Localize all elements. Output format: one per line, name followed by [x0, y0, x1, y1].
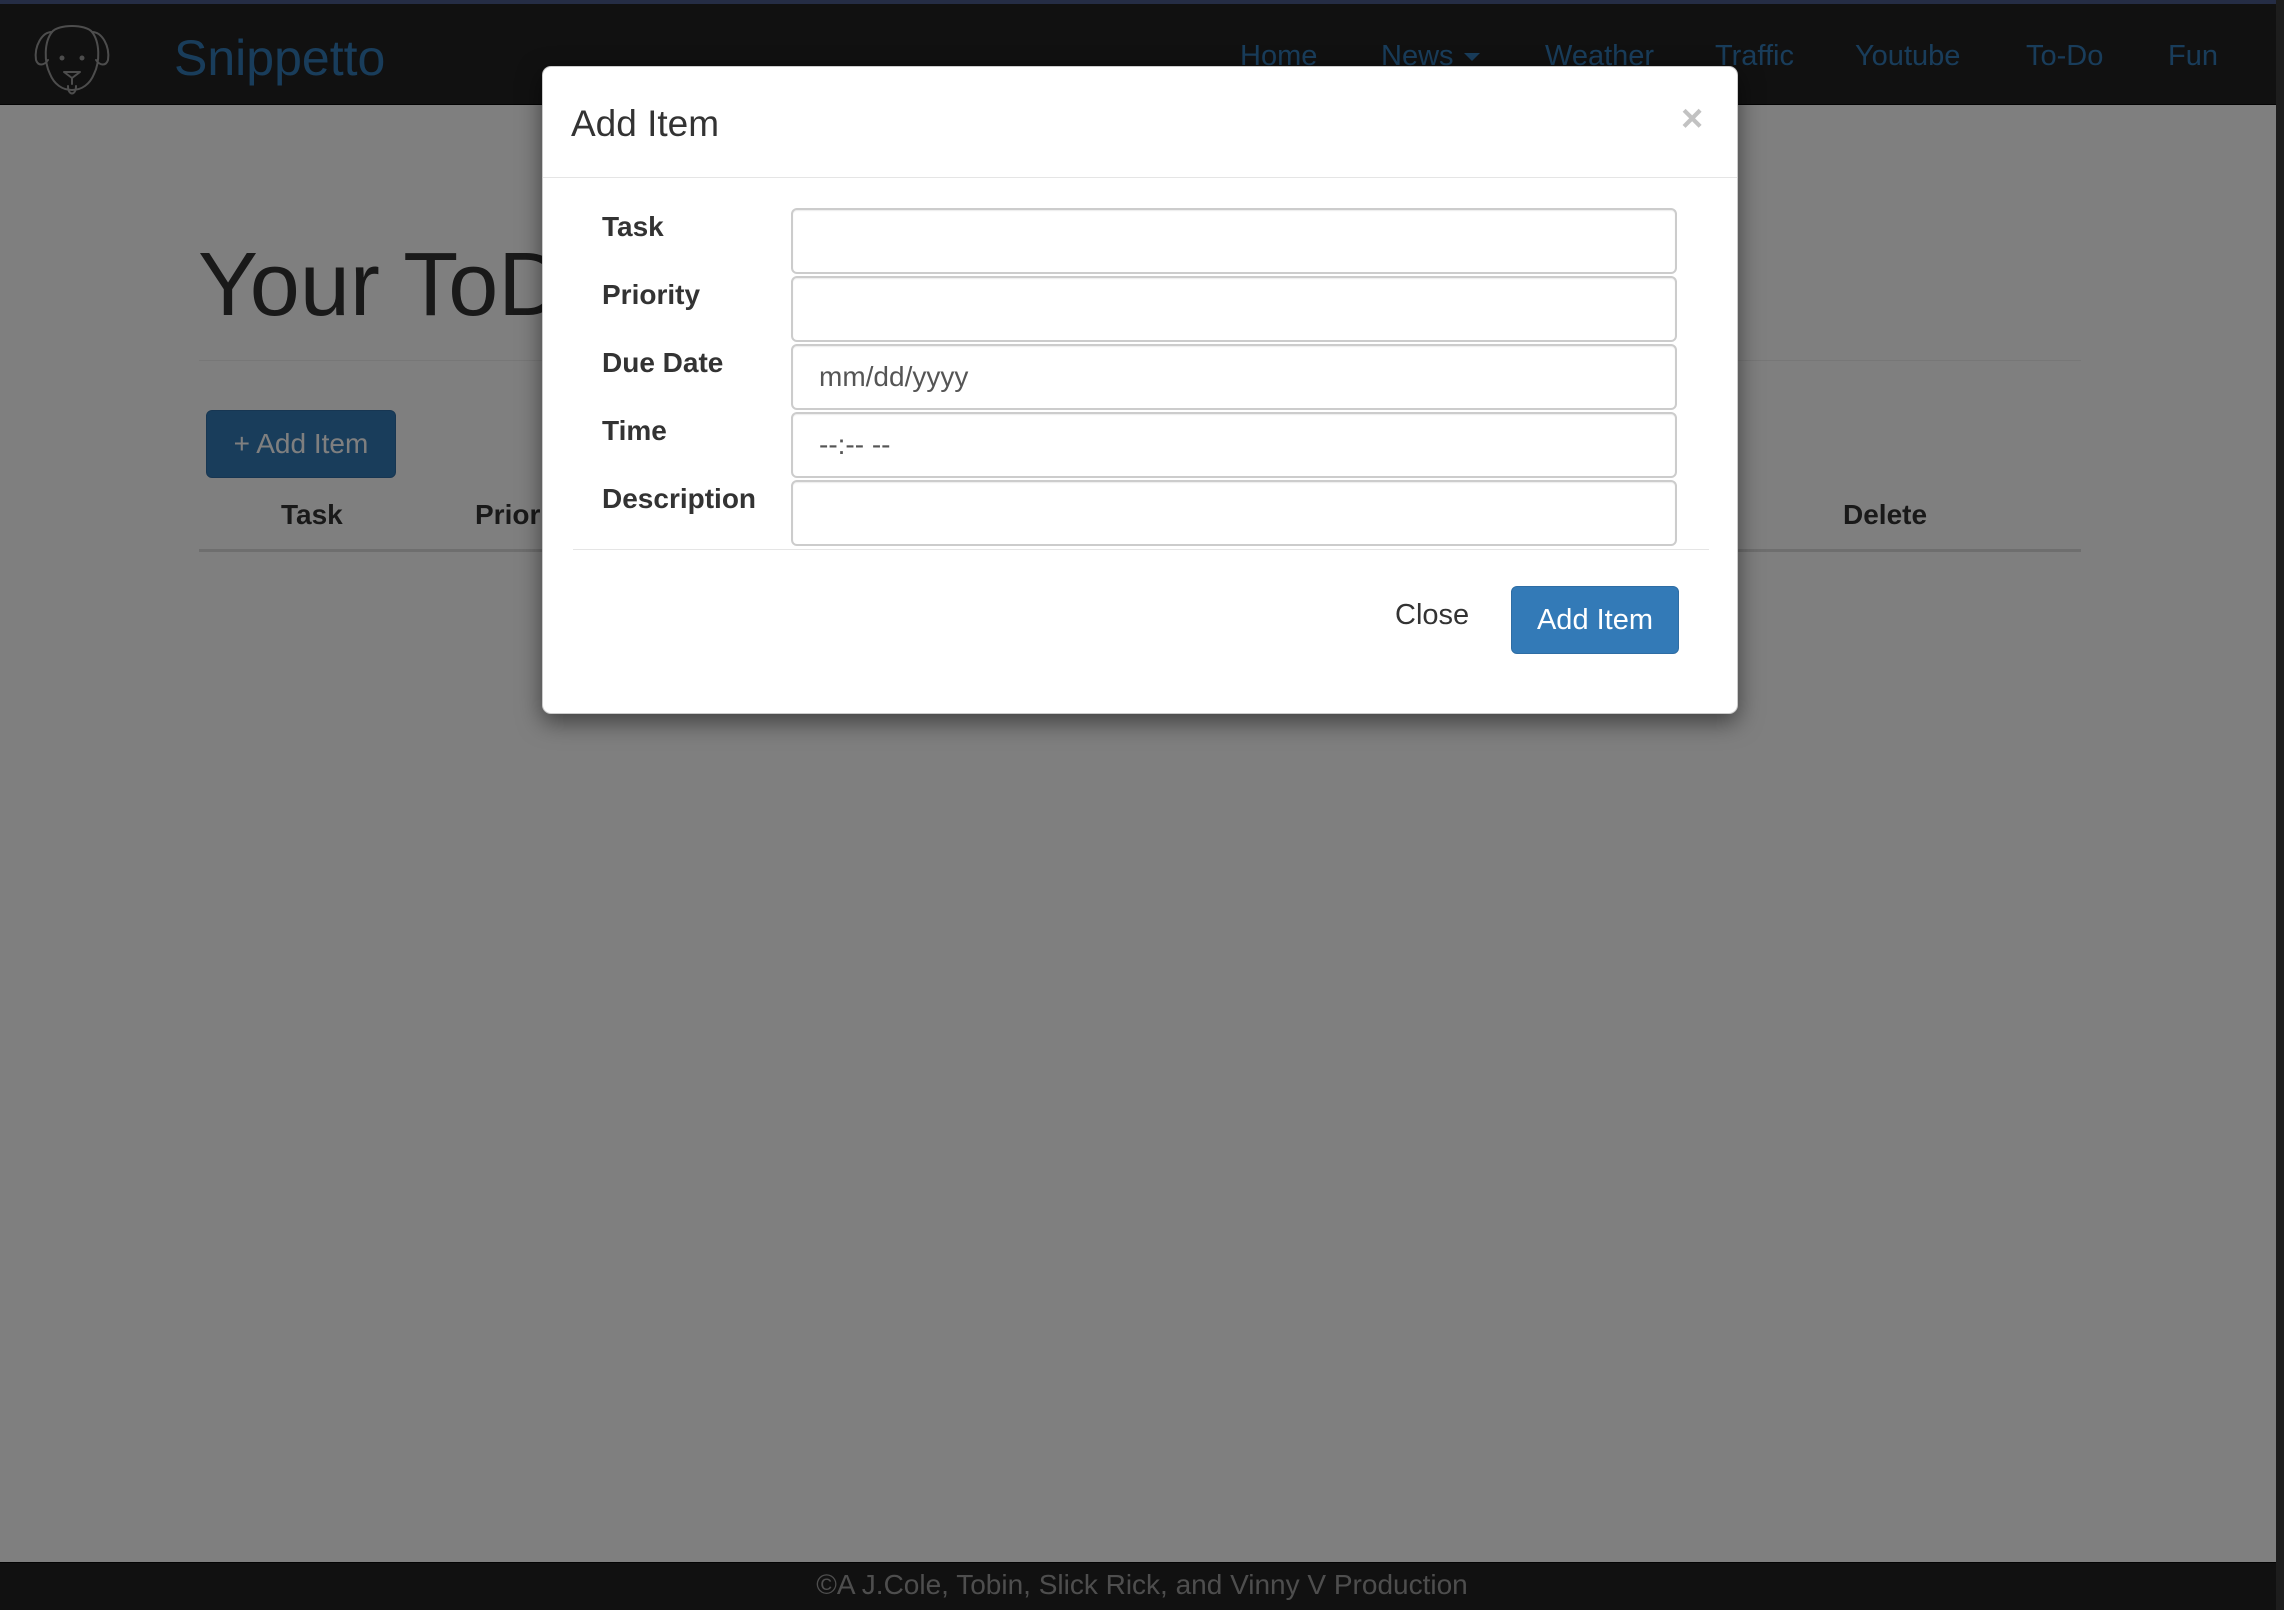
- task-input[interactable]: [791, 208, 1677, 274]
- due-date-label: Due Date: [602, 347, 724, 378]
- time-label: Time: [602, 415, 667, 446]
- priority-label: Priority: [602, 279, 701, 310]
- time-input[interactable]: [791, 412, 1677, 478]
- close-icon[interactable]: ×: [1681, 97, 1703, 141]
- due-date-input[interactable]: [791, 344, 1677, 410]
- priority-input[interactable]: [791, 276, 1677, 342]
- task-label: Task: [602, 211, 664, 242]
- modal-title: Add Item: [571, 103, 720, 144]
- submit-add-item-button[interactable]: Add Item: [1511, 586, 1679, 654]
- description-label: Description: [602, 483, 757, 514]
- description-input[interactable]: [791, 480, 1677, 546]
- close-button[interactable]: Close: [1395, 595, 1469, 635]
- modal-footer-divider: [573, 549, 1709, 550]
- add-item-modal: Add Item × Task Priority Due Date Time D…: [542, 66, 1738, 714]
- modal-header-divider: [543, 177, 1737, 178]
